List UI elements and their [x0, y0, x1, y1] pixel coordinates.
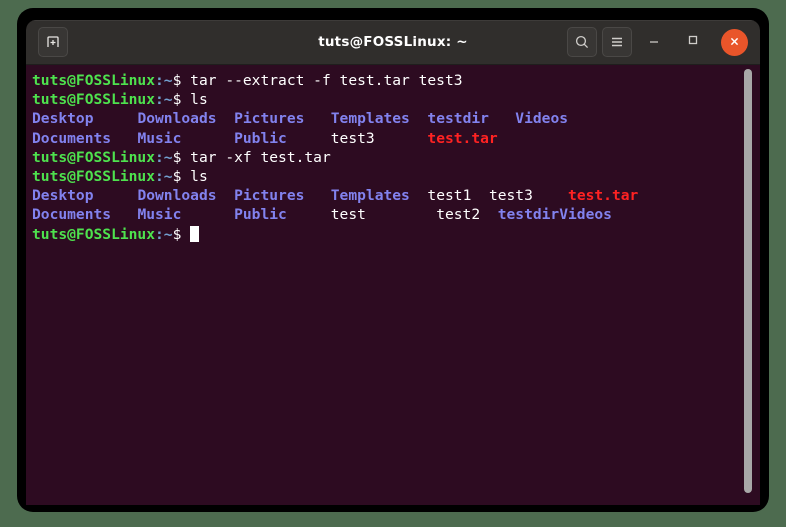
terminal-command-line: tuts@FOSSLinux:~$ [32, 225, 760, 244]
ls-entry: Music [137, 129, 182, 147]
ls-entry: test.tar [568, 187, 639, 205]
ls-column-gap [375, 130, 428, 147]
new-tab-button[interactable] [38, 27, 68, 57]
minimize-icon [646, 32, 662, 52]
ls-entry: testdir [427, 110, 489, 128]
ls-column-gap [533, 187, 568, 204]
ls-column-gap [287, 206, 331, 223]
ls-entry: test1 [427, 187, 472, 205]
ls-column-gap [181, 206, 234, 223]
close-button[interactable] [721, 28, 748, 56]
ls-column-gap [94, 187, 138, 204]
ls-column-gap [366, 206, 436, 223]
prompt-symbol: $ [172, 72, 191, 89]
ls-entry: test2 [436, 206, 481, 224]
ls-entry: Documents [32, 206, 112, 224]
prompt-symbol: $ [172, 168, 191, 186]
ls-entry: Music [137, 206, 182, 224]
command-text: ls [190, 91, 208, 109]
ls-entry: Videos [559, 206, 612, 224]
terminal-command-line: tuts@FOSSLinux:~$ ls [32, 167, 760, 186]
prompt-user: tuts@FOSSLinux [32, 168, 156, 186]
terminal-window: tuts@FOSSLinux: ~ tuts@FOSSLinux:~$ tar … [26, 20, 760, 505]
terminal-scrollbar[interactable] [742, 65, 754, 505]
minimize-button[interactable] [637, 27, 671, 57]
ls-entry: test3 [330, 129, 375, 147]
ls-column-gap [304, 110, 330, 127]
new-tab-icon [45, 34, 61, 50]
ls-column-gap [217, 110, 235, 127]
ls-entry: test3 [488, 187, 533, 205]
hamburger-menu-icon [609, 34, 625, 50]
ls-column-gap [480, 206, 498, 223]
close-icon [728, 33, 741, 52]
ls-entry: Templates [330, 187, 410, 205]
ls-column-gap [181, 130, 234, 147]
ls-column-gap [111, 130, 137, 147]
ls-column-gap [304, 187, 330, 204]
ls-entry: Documents [32, 129, 112, 147]
search-icon [574, 34, 590, 50]
ls-column-gap [410, 187, 428, 204]
ls-entry: testdir [497, 206, 560, 224]
ls-entry: Public [234, 206, 287, 224]
prompt-path: :~ [155, 225, 173, 243]
ls-entry: Templates [330, 110, 410, 128]
scrollbar-thumb[interactable] [744, 69, 752, 493]
text-cursor [190, 225, 200, 242]
terminal-output-line: Documents Music Public test test2 testdi… [32, 205, 760, 224]
prompt-user: tuts@FOSSLinux [32, 91, 156, 109]
prompt-path: :~ [155, 168, 173, 186]
terminal-output-line: Desktop Downloads Pictures Templates tes… [32, 109, 760, 128]
ls-column-gap [111, 206, 137, 223]
ls-entry: Downloads [137, 110, 217, 128]
menu-button[interactable] [602, 27, 632, 57]
terminal-text: tuts@FOSSLinux:~$ tar --extract -f test.… [32, 71, 760, 244]
ls-entry: Desktop [32, 110, 94, 128]
ls-entry: test [330, 206, 366, 224]
search-button[interactable] [567, 27, 597, 57]
ls-entry: Pictures [234, 110, 305, 128]
ls-column-gap [287, 130, 331, 147]
prompt-user: tuts@FOSSLinux [32, 72, 156, 89]
terminal-output-line: Desktop Downloads Pictures Templates tes… [32, 186, 760, 205]
ls-column-gap [471, 187, 489, 204]
ls-entry: Public [234, 129, 287, 147]
prompt-path: :~ [155, 148, 173, 166]
command-text: tar -xf test.tar [190, 148, 331, 166]
ls-column-gap [94, 110, 138, 127]
desktop-background: tuts@FOSSLinux: ~ tuts@FOSSLinux:~$ tar … [0, 0, 786, 527]
ls-entry: test.tar [427, 129, 498, 147]
prompt-symbol: $ [172, 91, 191, 109]
titlebar-controls [567, 27, 754, 57]
prompt-path: :~ [155, 91, 173, 109]
terminal-output-line: Documents Music Public test3 test.tar [32, 129, 760, 148]
ls-entry: Downloads [137, 187, 217, 205]
ls-column-gap [217, 187, 235, 204]
ls-entry: Videos [515, 110, 569, 128]
terminal-command-line: tuts@FOSSLinux:~$ ls [32, 90, 760, 109]
prompt-user: tuts@FOSSLinux [32, 148, 156, 166]
prompt-user: tuts@FOSSLinux [32, 225, 156, 243]
prompt-symbol: $ [172, 148, 191, 166]
titlebar: tuts@FOSSLinux: ~ [26, 20, 760, 65]
maximize-icon [685, 32, 701, 52]
ls-column-gap [489, 110, 515, 127]
maximize-button[interactable] [676, 27, 710, 57]
ls-column-gap [410, 110, 428, 127]
prompt-symbol: $ [172, 225, 191, 243]
ls-entry: Pictures [234, 187, 305, 205]
command-text: tar --extract -f test.tar test3 [190, 72, 463, 89]
terminal-command-line: tuts@FOSSLinux:~$ tar -xf test.tar [32, 148, 760, 167]
terminal-content-area[interactable]: tuts@FOSSLinux:~$ tar --extract -f test.… [26, 65, 760, 505]
ls-entry: Desktop [32, 187, 94, 205]
terminal-command-line: tuts@FOSSLinux:~$ tar --extract -f test.… [32, 71, 760, 90]
command-text: ls [190, 168, 208, 186]
prompt-path: :~ [155, 72, 173, 89]
